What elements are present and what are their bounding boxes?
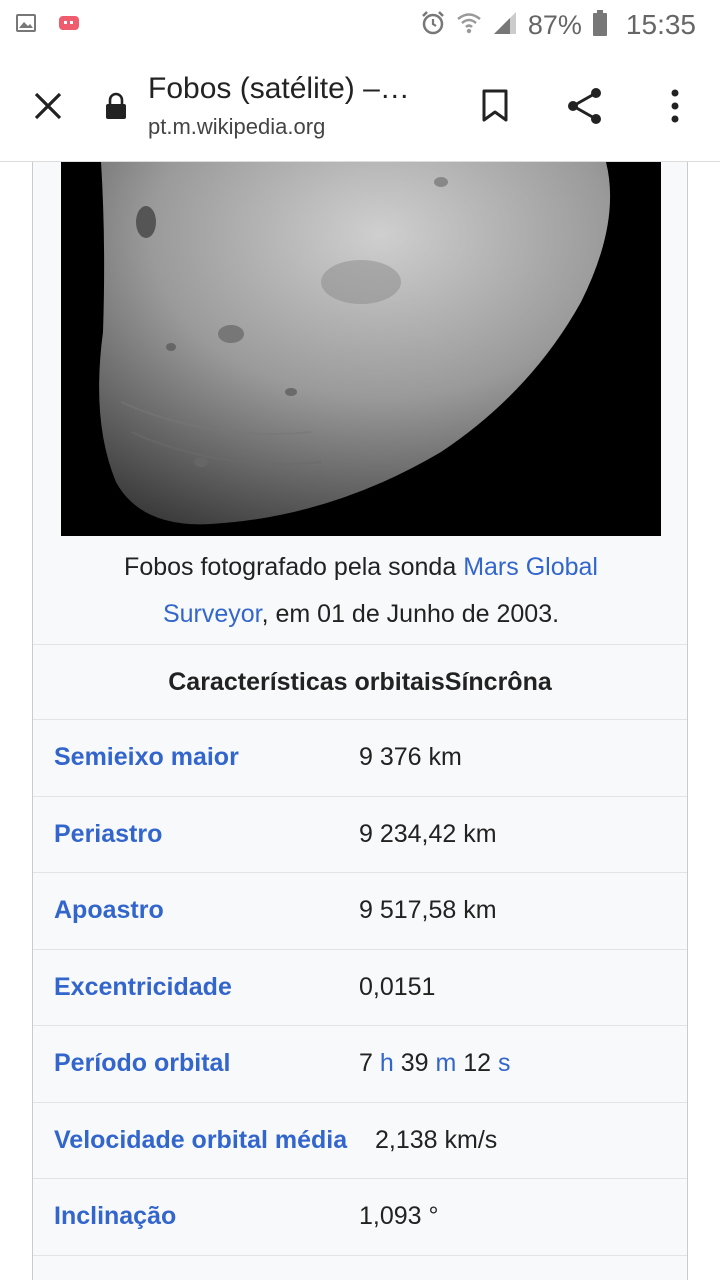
row-value: 9 376 km bbox=[359, 743, 462, 772]
more-vert-icon bbox=[671, 89, 679, 122]
browser-app-bar: Fobos (satélite) –… pt.m.wikipedia.org bbox=[0, 50, 720, 162]
infobox-row: Semieixo maior 9 376 km bbox=[33, 720, 687, 797]
caption-text: Fobos fotografado pela sonda bbox=[124, 553, 464, 581]
caption-link-mars-global[interactable]: Mars Global bbox=[463, 553, 598, 581]
row-label-link[interactable]: Inclinação bbox=[33, 1202, 359, 1231]
page-url: pt.m.wikipedia.org bbox=[148, 113, 326, 139]
row-value: 0,0151 bbox=[359, 972, 436, 1001]
value-seconds: 12 bbox=[463, 1049, 492, 1078]
row-label-link[interactable]: Período orbital bbox=[33, 1049, 359, 1078]
battery-percent: 87% bbox=[527, 9, 582, 40]
value-minutes: 39 bbox=[400, 1049, 429, 1078]
infobox-row: Excentricidade 0,0151 bbox=[33, 950, 687, 1026]
caption-link-surveyor[interactable]: Surveyor bbox=[163, 600, 262, 628]
page-title: Fobos (satélite) –… bbox=[148, 71, 410, 105]
row-label-link[interactable]: Semieixo maior bbox=[33, 743, 359, 772]
alarm-icon bbox=[420, 10, 446, 41]
share-icon bbox=[568, 87, 601, 124]
infobox-row: Período orbital 7 h 39 m 12 s bbox=[33, 1026, 687, 1103]
infobox-section-header: Características orbitaisSíncrôna bbox=[33, 644, 687, 720]
row-label-link[interactable]: Periastro bbox=[33, 820, 359, 849]
infobox: Fobos fotografado pela sonda Mars Global… bbox=[32, 162, 688, 1280]
lock-icon[interactable] bbox=[96, 92, 136, 120]
row-label-link[interactable]: Apoastro bbox=[33, 896, 359, 925]
row-label-link[interactable]: Excentricidade bbox=[33, 973, 359, 1002]
bookmark-icon bbox=[482, 89, 508, 121]
more-options-button[interactable] bbox=[630, 50, 720, 162]
infobox-row: Velocidade orbital média 2,138 km/s bbox=[33, 1103, 687, 1179]
infobox-rows: Semieixo maior 9 376 km Periastro 9 234,… bbox=[33, 720, 687, 1256]
share-button[interactable] bbox=[540, 50, 630, 162]
infobox-row: Apoastro 9 517,58 km bbox=[33, 873, 687, 950]
infobox-row: Inclinação 1,093 ° bbox=[33, 1179, 687, 1256]
image-caption: Fobos fotografado pela sonda Mars Global… bbox=[33, 538, 689, 644]
row-value: 9 234,42 km bbox=[359, 819, 497, 848]
infobox-row: Periastro 9 234,42 km bbox=[33, 797, 687, 873]
unit-link-s[interactable]: s bbox=[498, 1049, 511, 1077]
url-bar[interactable]: Fobos (satélite) –… pt.m.wikipedia.org bbox=[148, 72, 448, 140]
row-label-link[interactable]: Velocidade orbital média bbox=[33, 1126, 359, 1155]
bookmark-button[interactable] bbox=[450, 50, 540, 162]
caption-date-text: , em 01 de Junho de 2003. bbox=[261, 600, 560, 628]
row-value: 1,093 ° bbox=[359, 1202, 439, 1231]
phobos-photo[interactable] bbox=[61, 162, 661, 536]
close-button[interactable] bbox=[0, 50, 96, 162]
unit-link-h[interactable]: h bbox=[380, 1049, 394, 1077]
wifi-icon bbox=[456, 10, 482, 41]
battery-icon bbox=[592, 9, 608, 41]
notification-icon bbox=[58, 14, 80, 37]
row-value: 7 h 39 m 12 s bbox=[359, 1049, 511, 1078]
unit-link-m[interactable]: m bbox=[435, 1049, 456, 1077]
value-hours: 7 bbox=[359, 1049, 373, 1078]
row-value: 9 517,58 km bbox=[359, 896, 497, 925]
clock: 15:35 bbox=[625, 9, 696, 40]
gallery-icon bbox=[14, 11, 38, 40]
signal-icon bbox=[492, 10, 518, 41]
status-bar: 87% 15:35 bbox=[0, 0, 720, 50]
row-value: 2,138 km/s bbox=[375, 1125, 498, 1154]
page-content: Fobos fotografado pela sonda Mars Global… bbox=[0, 162, 720, 1280]
close-icon bbox=[34, 92, 62, 119]
